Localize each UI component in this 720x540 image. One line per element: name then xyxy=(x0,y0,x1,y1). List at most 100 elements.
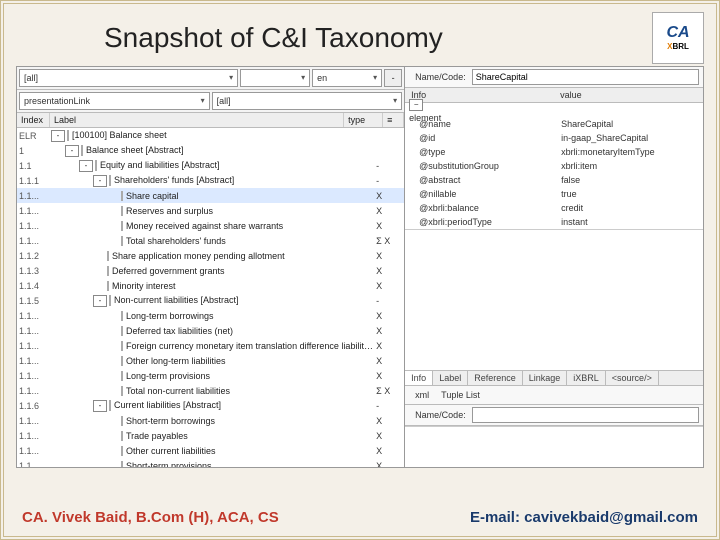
tuple-list-label: Tuple List xyxy=(435,388,486,402)
toggle-icon[interactable]: - xyxy=(93,175,107,187)
tree-row[interactable]: 1.1...Short-term provisionsX xyxy=(17,458,404,467)
property-row[interactable]: @abstractfalse xyxy=(405,173,703,187)
element-icon xyxy=(107,281,109,291)
property-row[interactable]: @xbrli:periodTypeinstant xyxy=(405,215,703,229)
property-row[interactable]: @idin-gaap_ShareCapital xyxy=(405,131,703,145)
property-row[interactable]: @nameShareCapital xyxy=(405,117,703,131)
element-icon xyxy=(121,221,123,231)
tree-row[interactable]: 1.1...Other long-term liabilitiesX xyxy=(17,353,404,368)
element-icon xyxy=(95,160,97,171)
tree-row[interactable]: 1.1.5-Non-current liabilities [Abstract]… xyxy=(17,293,404,308)
element-icon xyxy=(109,400,111,411)
tab-linkage[interactable]: Linkage xyxy=(523,371,568,385)
element-icon xyxy=(121,446,123,456)
role-combo[interactable]: [all]▾ xyxy=(212,92,403,110)
element-icon xyxy=(67,130,69,141)
collapse-icon[interactable]: − xyxy=(409,99,423,111)
taxonomy-tree[interactable]: ELR-[100100] Balance sheet1-Balance shee… xyxy=(17,128,404,467)
filter-combo-1[interactable]: [all]▾ xyxy=(19,69,238,87)
property-row[interactable]: @nillabletrue xyxy=(405,187,703,201)
toggle-icon[interactable]: - xyxy=(93,295,107,307)
tree-row[interactable]: 1.1-Equity and liabilities [Abstract]- xyxy=(17,158,404,173)
col-value: value xyxy=(554,90,703,100)
filter-combo-2[interactable]: ▾ xyxy=(240,69,310,87)
right-panel: Name/Code: Info value −element @nameShar… xyxy=(405,67,703,467)
slide-footer: CA. Vivek Baid, B.Com (H), ACA, CS E-mai… xyxy=(4,509,716,526)
toggle-icon[interactable]: - xyxy=(79,160,93,172)
element-icon xyxy=(121,326,123,336)
element-icon xyxy=(121,191,123,201)
left-panel: [all]▾ ▾ en▾ - presentationLink▾ [all]▾ … xyxy=(17,67,405,467)
tree-header: Index Label type ≡ xyxy=(17,113,404,128)
tree-row[interactable]: 1.1...Short-term borrowingsX xyxy=(17,413,404,428)
footer-author: CA. Vivek Baid, B.Com (H), ACA, CS xyxy=(22,509,279,526)
search-row: Name/Code: xyxy=(405,67,703,88)
element-icon xyxy=(121,416,123,426)
element-node[interactable]: −element xyxy=(405,103,703,117)
tree-row[interactable]: ELR-[100100] Balance sheet xyxy=(17,128,404,143)
tree-row[interactable]: 1-Balance sheet [Abstract] xyxy=(17,143,404,158)
toggle-icon[interactable]: - xyxy=(65,145,79,157)
toolbar-button[interactable]: - xyxy=(384,69,402,87)
search-label: Name/Code: xyxy=(409,70,472,84)
tree-row[interactable]: 1.1...Money received against share warra… xyxy=(17,218,404,233)
element-icon xyxy=(107,266,109,276)
lower-search-label: Name/Code: xyxy=(409,408,472,422)
element-icon xyxy=(121,236,123,246)
chevron-down-icon: ▾ xyxy=(373,70,377,86)
tab-reference[interactable]: Reference xyxy=(468,371,523,385)
tree-row[interactable]: 1.1...Reserves and surplusX xyxy=(17,203,404,218)
linkbase-combo[interactable]: presentationLink▾ xyxy=(19,92,210,110)
tree-row[interactable]: 1.1.2Share application money pending all… xyxy=(17,248,404,263)
chevron-down-icon: ▾ xyxy=(229,70,233,86)
element-icon xyxy=(109,175,111,186)
footer-email: E-mail: cavivekbaid@gmail.com xyxy=(470,509,698,526)
property-row[interactable]: @typexbrli:monetaryItemType xyxy=(405,145,703,159)
tab-info[interactable]: Info xyxy=(405,371,433,385)
tree-row[interactable]: 1.1...Long-term borrowingsX xyxy=(17,308,404,323)
tree-row[interactable]: 1.1...Trade payablesX xyxy=(17,428,404,443)
tree-row[interactable]: 1.1.1-Shareholders' funds [Abstract]- xyxy=(17,173,404,188)
chevron-down-icon: ▾ xyxy=(201,93,205,109)
element-icon xyxy=(81,145,83,156)
info-section: −element @nameShareCapital@idin-gaap_Sha… xyxy=(405,103,703,230)
element-icon xyxy=(121,431,123,441)
ca-mark: CA xyxy=(666,25,689,41)
tab-source[interactable]: <source/> xyxy=(606,371,659,385)
toolbar-2: presentationLink▾ [all]▾ xyxy=(17,90,404,113)
chevron-down-icon: ▾ xyxy=(301,70,305,86)
tree-row[interactable]: 1.1.4Minority interestX xyxy=(17,278,404,293)
lang-combo[interactable]: en▾ xyxy=(312,69,382,87)
toggle-icon[interactable]: - xyxy=(51,130,65,142)
tree-row[interactable]: 1.1...Long-term provisionsX xyxy=(17,368,404,383)
element-icon xyxy=(121,356,123,366)
lower-search: Name/Code: xyxy=(405,405,703,426)
xbrl-logo: CA XBRL xyxy=(652,12,704,64)
tab-label[interactable]: Label xyxy=(433,371,468,385)
tree-row[interactable]: 1.1...Foreign currency monetary item tra… xyxy=(17,338,404,353)
element-icon xyxy=(121,461,123,468)
property-row[interactable]: @xbrli:balancecredit xyxy=(405,201,703,215)
tree-row[interactable]: 1.1...Total shareholders' fundsΣ X xyxy=(17,233,404,248)
lower-search-input[interactable] xyxy=(472,407,699,423)
tree-row[interactable]: 1.1...Total non-current liabilitiesΣ X xyxy=(17,383,404,398)
col-index[interactable]: Index xyxy=(17,113,50,127)
element-icon xyxy=(121,206,123,216)
tree-row[interactable]: 1.1...Share capitalX xyxy=(17,188,404,203)
col-extra[interactable]: ≡ xyxy=(383,113,404,127)
col-label[interactable]: Label xyxy=(50,113,344,127)
lower-list[interactable] xyxy=(405,426,703,467)
tree-row[interactable]: 1.1...Deferred tax liabilities (net)X xyxy=(17,323,404,338)
element-icon xyxy=(121,311,123,321)
tab-ixbrl[interactable]: iXBRL xyxy=(567,371,606,385)
chevron-down-icon: ▾ xyxy=(393,93,397,109)
xml-label: xml xyxy=(409,388,435,402)
tree-row[interactable]: 1.1...Other current liabilitiesX xyxy=(17,443,404,458)
col-type[interactable]: type xyxy=(344,113,383,127)
tree-row[interactable]: 1.1.3Deferred government grantsX xyxy=(17,263,404,278)
element-icon xyxy=(109,295,111,306)
tree-row[interactable]: 1.1.6-Current liabilities [Abstract]- xyxy=(17,398,404,413)
toggle-icon[interactable]: - xyxy=(93,400,107,412)
search-input[interactable] xyxy=(472,69,699,85)
property-row[interactable]: @substitutionGroupxbrli:item xyxy=(405,159,703,173)
